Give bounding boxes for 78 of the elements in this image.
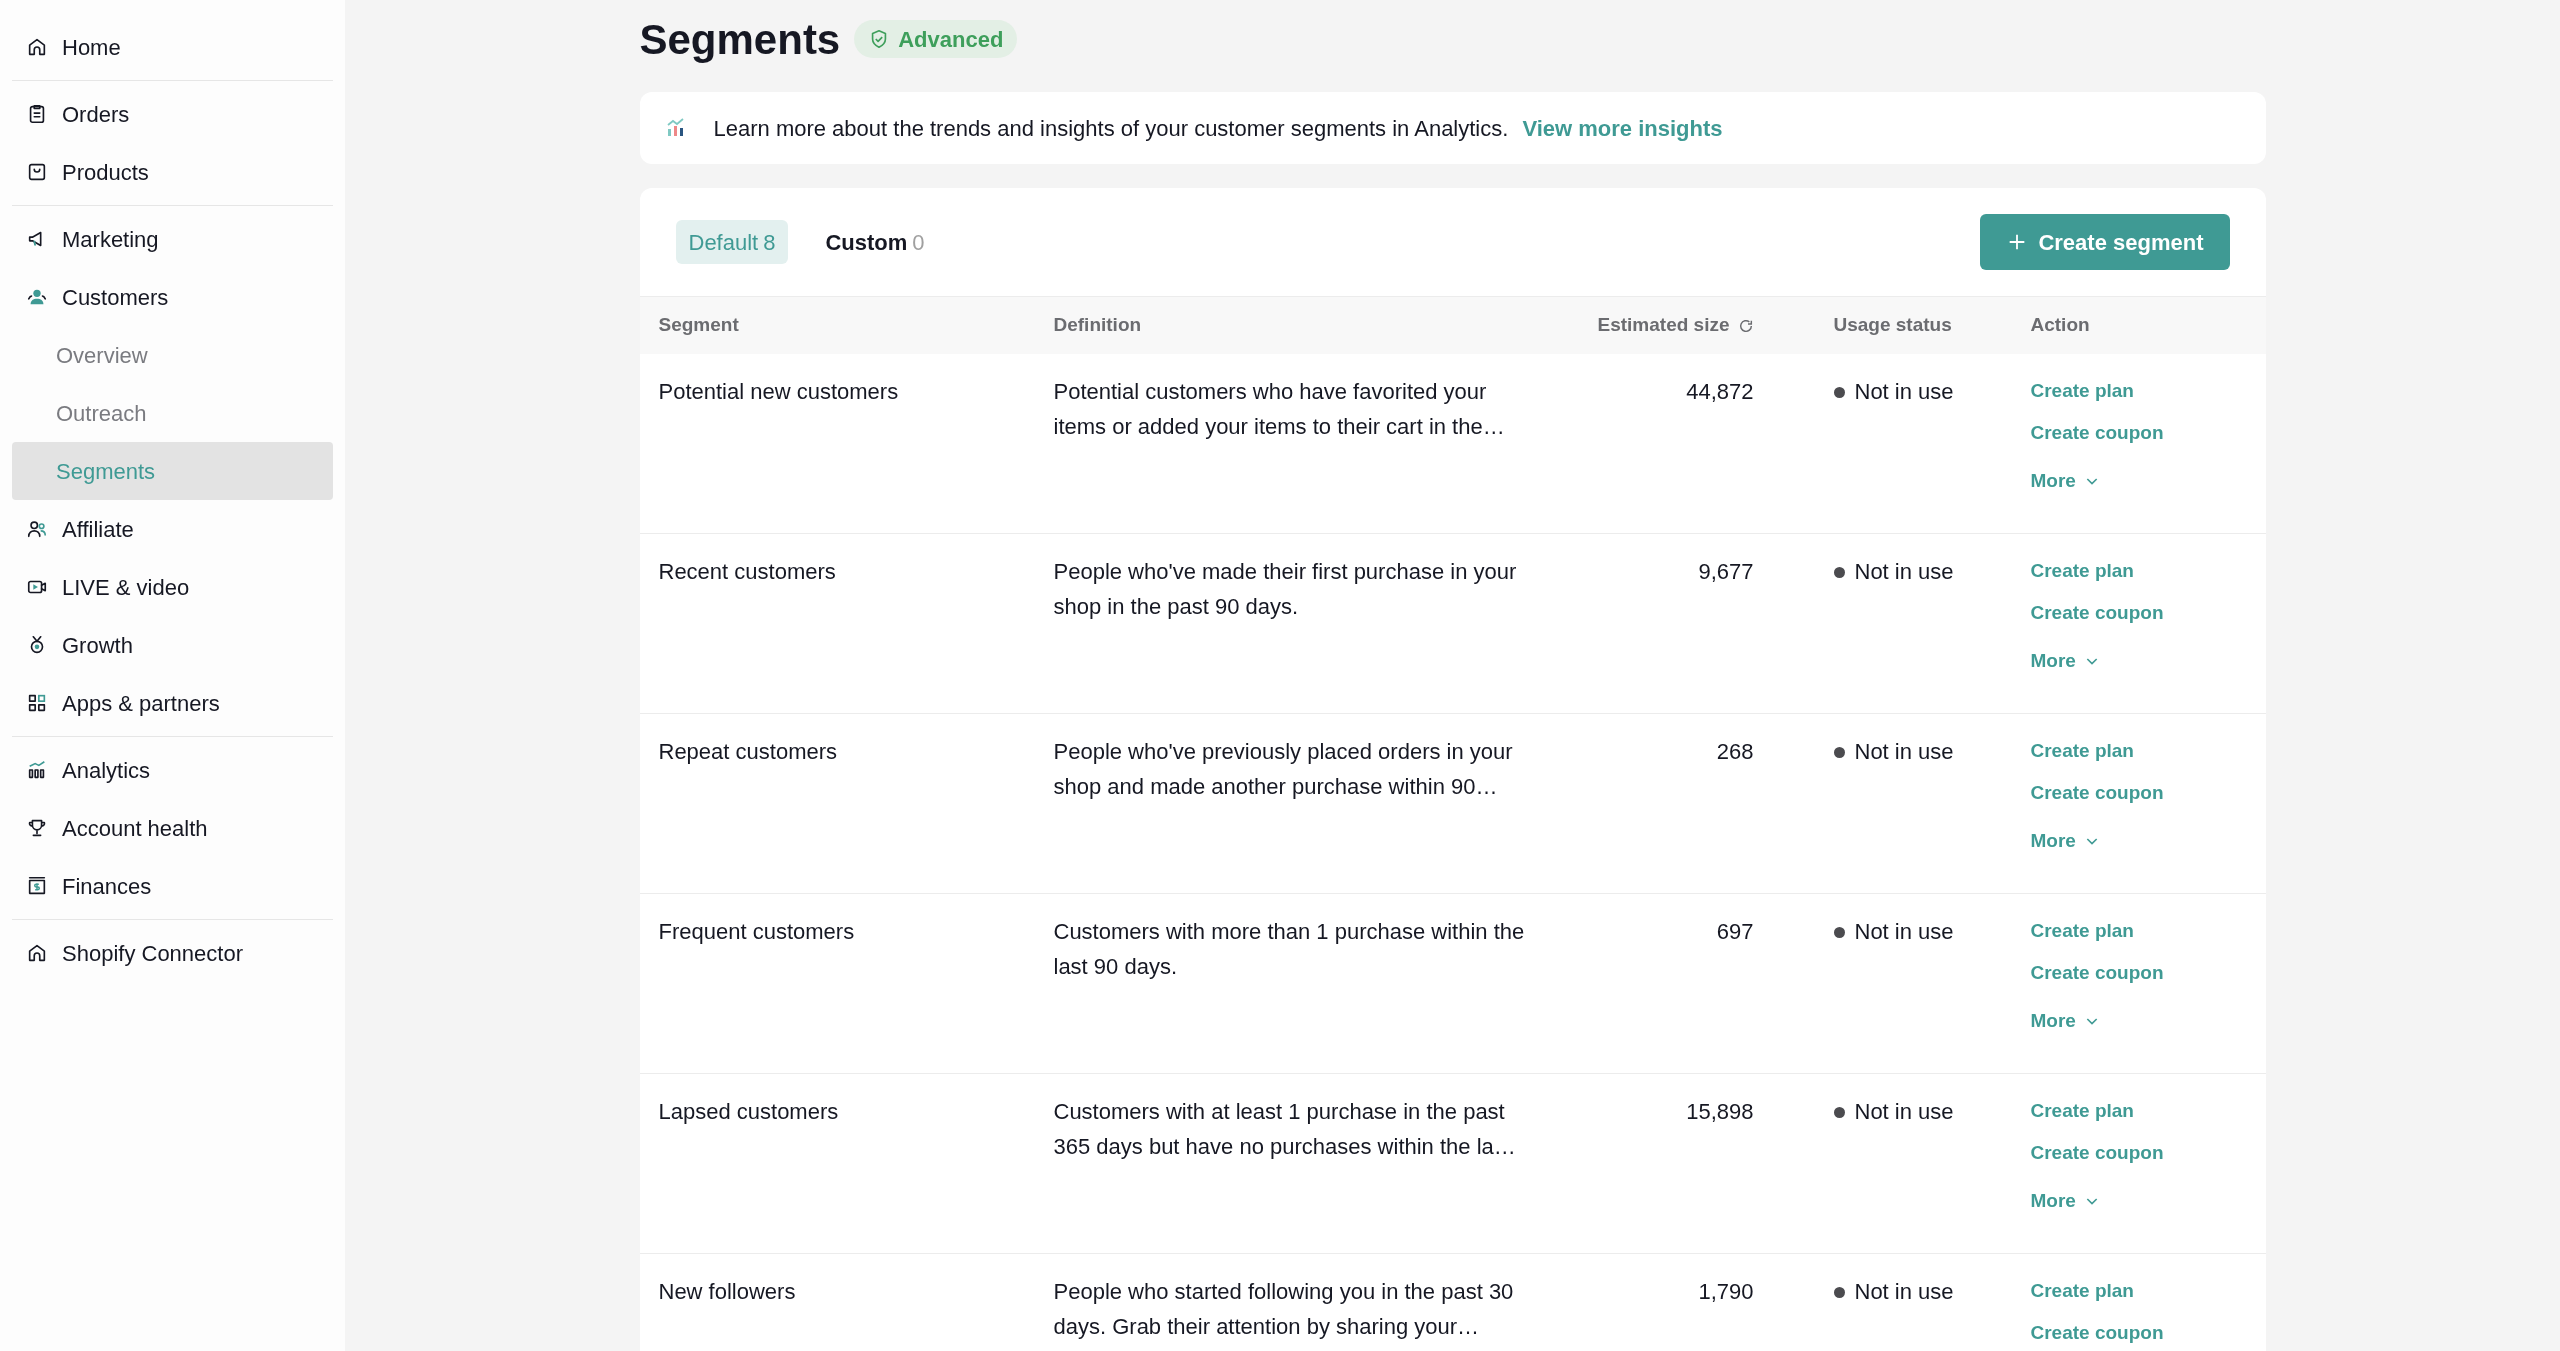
- sidebar-item[interactable]: Affiliate: [12, 500, 333, 558]
- usage-status: Not in use: [1854, 378, 1954, 406]
- column-header: Action: [2030, 314, 2090, 336]
- segment-name: Repeat customers: [658, 739, 838, 764]
- action-link[interactable]: Create coupon: [2030, 599, 2164, 627]
- action-link[interactable]: Create plan: [2030, 917, 2134, 945]
- segment-definition: People who started following you in the past 30 days. Grab their attention by sharing your…: [1053, 1279, 1514, 1339]
- estimated-size: 697: [1716, 919, 1754, 944]
- action-link[interactable]: Create coupon: [2030, 779, 2164, 807]
- sidebar-item[interactable]: Finances: [12, 857, 333, 915]
- home-icon: [26, 36, 48, 58]
- action-link[interactable]: Create coupon: [2030, 419, 2164, 447]
- estimated-size: 1,790: [1698, 1279, 1754, 1304]
- usage-status: Not in use: [1854, 1098, 1954, 1126]
- segment-definition: Potential customers who have favorited your items or added your items to their cart in the…: [1053, 379, 1505, 439]
- sidebar-subitem[interactable]: Overview: [12, 326, 333, 384]
- action-link[interactable]: Create coupon: [2030, 1319, 2164, 1347]
- sidebar-subitem[interactable]: Outreach: [12, 384, 333, 442]
- segment-name: New followers: [658, 1279, 796, 1304]
- sidebar-subitem[interactable]: Segments: [12, 442, 333, 500]
- column-header: Segment: [658, 314, 739, 336]
- sidebar-item[interactable]: Growth: [12, 616, 333, 674]
- sidebar-item[interactable]: Account health: [12, 799, 333, 857]
- tab[interactable]: Custom 0: [812, 220, 938, 264]
- sidebar-item[interactable]: Orders: [12, 85, 333, 143]
- banner-text: Learn more about the trends and insights of your customer segments in Analytics.: [713, 114, 1509, 143]
- usage-status: Not in use: [1854, 558, 1954, 586]
- usage-status: Not in use: [1854, 738, 1954, 766]
- column-header: Definition: [1053, 314, 1142, 336]
- sidebar-item[interactable]: Marketing: [12, 210, 333, 268]
- segment-definition: Customers with at least 1 purchase in the past 365 days but have no purchases within the la…: [1053, 1099, 1516, 1159]
- users-icon: [26, 518, 48, 540]
- action-link[interactable]: Create plan: [2030, 737, 2134, 765]
- refresh-icon[interactable]: [1737, 317, 1754, 334]
- action-link[interactable]: Create plan: [2030, 1097, 2134, 1125]
- sidebar-item[interactable]: Customers: [12, 268, 333, 326]
- more-dropdown[interactable]: More: [2030, 827, 2100, 855]
- page-title: Segments: [639, 14, 841, 65]
- estimated-size: 44,872: [1686, 379, 1754, 404]
- segment-name: Lapsed customers: [658, 1099, 839, 1124]
- column-header: Estimated size: [1597, 313, 1730, 338]
- segment-definition: Customers with more than 1 purchase within the last 90 days.: [1053, 919, 1525, 979]
- segment-name: Potential new customers: [658, 379, 899, 404]
- estimated-size: 9,677: [1698, 559, 1754, 584]
- segment-name: Frequent customers: [658, 919, 855, 944]
- sidebar-item[interactable]: Analytics: [12, 741, 333, 799]
- action-link[interactable]: Create coupon: [2030, 1139, 2164, 1167]
- estimated-size: 268: [1716, 739, 1754, 764]
- dollar-icon: [26, 875, 48, 897]
- bag-icon: [26, 161, 48, 183]
- segment-definition: People who've previously placed orders in your shop and made another purchase within 90…: [1053, 739, 1513, 799]
- more-dropdown[interactable]: More: [2030, 467, 2100, 495]
- view-insights-link[interactable]: View more insights: [1522, 111, 1723, 145]
- action-link[interactable]: Create plan: [2030, 377, 2134, 405]
- usage-status: Not in use: [1854, 1278, 1954, 1306]
- segment-definition: People who've made their first purchase in your shop in the past 90 days.: [1053, 559, 1517, 619]
- usage-status: Not in use: [1854, 918, 1954, 946]
- action-link[interactable]: Create plan: [2030, 557, 2134, 585]
- segment-name: Recent customers: [658, 559, 836, 584]
- more-dropdown[interactable]: More: [2030, 1187, 2100, 1215]
- sidebar-item[interactable]: Apps & partners: [12, 674, 333, 732]
- sidebar-item[interactable]: Shopify Connector: [12, 924, 333, 982]
- sidebar-item[interactable]: LIVE & video: [12, 558, 333, 616]
- trophy-icon: [26, 817, 48, 839]
- advanced-badge: Advanced: [854, 20, 1018, 58]
- more-dropdown[interactable]: More: [2030, 1007, 2100, 1035]
- home-icon: [26, 942, 48, 964]
- sidebar-item[interactable]: Products: [12, 143, 333, 201]
- tab[interactable]: Default 8: [675, 220, 789, 264]
- apps-icon: [26, 692, 48, 714]
- action-link[interactable]: Create plan: [2030, 1277, 2134, 1305]
- more-dropdown[interactable]: More: [2030, 647, 2100, 675]
- action-link[interactable]: Create coupon: [2030, 959, 2164, 987]
- sidebar-item[interactable]: Home: [12, 18, 333, 76]
- create-segment-button[interactable]: Create segment: [1980, 214, 2230, 270]
- column-header: Usage status: [1833, 314, 1952, 336]
- estimated-size: 15,898: [1686, 1099, 1754, 1124]
- bar-chart-icon: [26, 759, 48, 781]
